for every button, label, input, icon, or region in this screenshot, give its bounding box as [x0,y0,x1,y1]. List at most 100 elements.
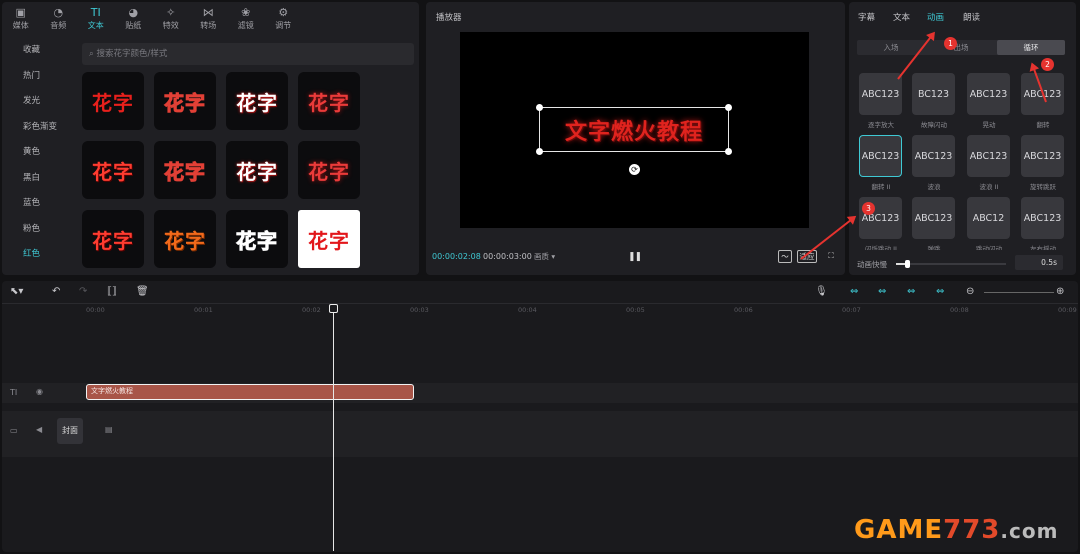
preview-axis-icon[interactable]: ⇔ [936,286,944,297]
text-style-tile[interactable]: 花字 [82,210,144,268]
text-style-tile[interactable]: 花字 [298,72,360,130]
effects-icon: ✧ [166,5,176,19]
tab-sticker[interactable]: ◕ 贴纸 [115,2,153,34]
speed-slider[interactable] [896,260,1006,268]
tab-label: 音频 [50,20,67,30]
select-tool-icon[interactable]: ⬉▾ [10,286,23,297]
resize-handle[interactable] [536,148,543,155]
text-style-tile[interactable]: 花字 [298,141,360,199]
text-style-tile[interactable]: 花字 [226,141,288,199]
category-item[interactable]: 粉色 [2,217,72,243]
resize-handle[interactable] [536,104,543,111]
cover-button[interactable]: 封面 [57,418,83,444]
text-style-tile[interactable]: 花字 [154,210,216,268]
tab-animation[interactable]: 动画 [927,11,944,23]
speed-value[interactable]: 0.5s [1015,255,1063,270]
resize-handle[interactable] [725,104,732,111]
animation-label: 左右摇动 [1030,245,1056,250]
search-input[interactable]: ⌕ 搜索花字颜色/样式 [82,43,414,65]
quality-dropdown[interactable]: 画质 ▾ [534,251,555,262]
fullscreen-icon[interactable]: ⛶ [825,250,837,263]
speed-slider-knob[interactable] [905,260,910,268]
watermark-main: GAME [854,515,944,545]
text-selection-box[interactable]: 文字燃火教程 [536,104,732,155]
tab-read[interactable]: 朗读 [963,11,980,23]
category-item[interactable]: 收藏 [2,38,72,64]
current-time: 00:00:02:08 [432,252,481,261]
mute-icon[interactable]: ◀ [36,425,42,434]
main-video-track [2,411,1078,457]
time-ruler[interactable]: 00:00 00:01 00:02 00:03 00:04 00:05 00:06 00:07… [86,304,1077,318]
animation-label: 旋转跳跃 [1030,183,1056,191]
animation-preset[interactable]: ABC123 [859,135,902,177]
text-track-icon: TI [10,388,18,397]
text-style-tile[interactable]: 花字 [298,210,360,268]
text-style-tile[interactable]: 花字 [82,72,144,130]
text-style-tile[interactable]: 花字 [154,72,216,130]
segment-loop[interactable]: 循环 [997,40,1065,55]
text-style-tile[interactable]: 花字 [154,141,216,199]
waveform-icon[interactable]: 〜 [778,250,792,263]
split-icon[interactable]: ⟦⟧ [107,286,117,297]
undo-icon[interactable]: ↶ [52,286,60,297]
redo-icon[interactable]: ↷ [79,286,87,297]
watermark: GAME773.com [854,515,1058,545]
playhead-handle[interactable] [329,304,338,313]
eye-icon[interactable]: ◉ [36,387,43,396]
animation-preset[interactable]: ABC123 [912,135,955,177]
text-style-tile[interactable]: 花字 [226,72,288,130]
media-icon: ▣ [15,5,26,19]
link-icon[interactable]: ⇔ [850,286,858,297]
animation-preset[interactable]: ABC12 [967,197,1010,239]
tab-transition[interactable]: ⋈ 转场 [190,2,228,34]
watermark-suffix: .com [1000,519,1059,543]
text-style-tile[interactable]: 花字 [226,210,288,268]
tab-subtitle[interactable]: 字幕 [858,11,875,23]
filter-icon: ❀ [241,5,251,19]
text-icon: TI [90,5,101,19]
animation-preset[interactable]: BC123 [912,73,955,115]
delete-icon[interactable]: 🗑 [136,286,149,297]
category-item[interactable]: 彩色渐变 [2,115,72,141]
category-item[interactable]: 发光 [2,89,72,115]
segment-in[interactable]: 入场 [857,40,925,55]
text-style-tile[interactable]: 花字 [82,141,144,199]
animation-preset[interactable]: ABC123 [967,73,1010,115]
animation-preset[interactable]: ABC123 [859,73,902,115]
pause-icon[interactable]: ❚❚ [628,252,642,262]
player-canvas[interactable]: 文字燃火教程 ⟳ [460,32,809,228]
tab-label: 滤镜 [237,20,254,30]
zoom-in-icon[interactable]: ⊕ [1056,286,1064,297]
tab-text[interactable]: TI 文本 [77,2,115,34]
tab-effects[interactable]: ✧ 特效 [152,2,190,34]
resize-handle[interactable] [725,148,732,155]
animation-label: 翻转 [1036,121,1050,129]
animation-preset[interactable]: ABC123 [1021,197,1064,239]
zoom-out-icon[interactable]: ⊖ [966,286,974,297]
animation-preset[interactable]: ABC123 [967,135,1010,177]
text-clip[interactable]: 文字燃火教程 [86,384,414,400]
segment-out[interactable]: 出场 [927,40,995,55]
watermark-number: 773 [943,515,1001,545]
tab-text[interactable]: 文本 [893,11,910,23]
tab-audio[interactable]: ◔ 音频 [40,2,78,34]
tab-filter[interactable]: ❀ 滤镜 [227,2,265,34]
animation-preset[interactable]: ABC123 [1021,135,1064,177]
animation-preset[interactable]: ABC123 [912,197,955,239]
transition-icon: ⋈ [202,5,214,19]
magnet-icon[interactable]: ⇔ [878,286,886,297]
snap-icon[interactable]: ⇔ [907,286,915,297]
category-item[interactable]: 黄色 [2,140,72,166]
microphone-icon[interactable]: 🎙 [815,286,828,297]
category-item[interactable]: 黑白 [2,166,72,192]
ruler-tick-label: 00:04 [518,306,537,314]
category-item[interactable]: 热门 [2,64,72,90]
zoom-slider[interactable] [984,292,1054,293]
rotate-icon[interactable]: ⟳ [629,164,640,175]
tab-media[interactable]: ▣ 媒体 [2,2,40,34]
category-item[interactable]: 红色 [2,242,72,268]
category-item[interactable]: 蓝色 [2,191,72,217]
canvas-text: 文字燃火教程 [564,119,703,145]
playhead[interactable] [333,305,334,551]
tab-adjust[interactable]: ⚙ 调节 [265,2,303,34]
